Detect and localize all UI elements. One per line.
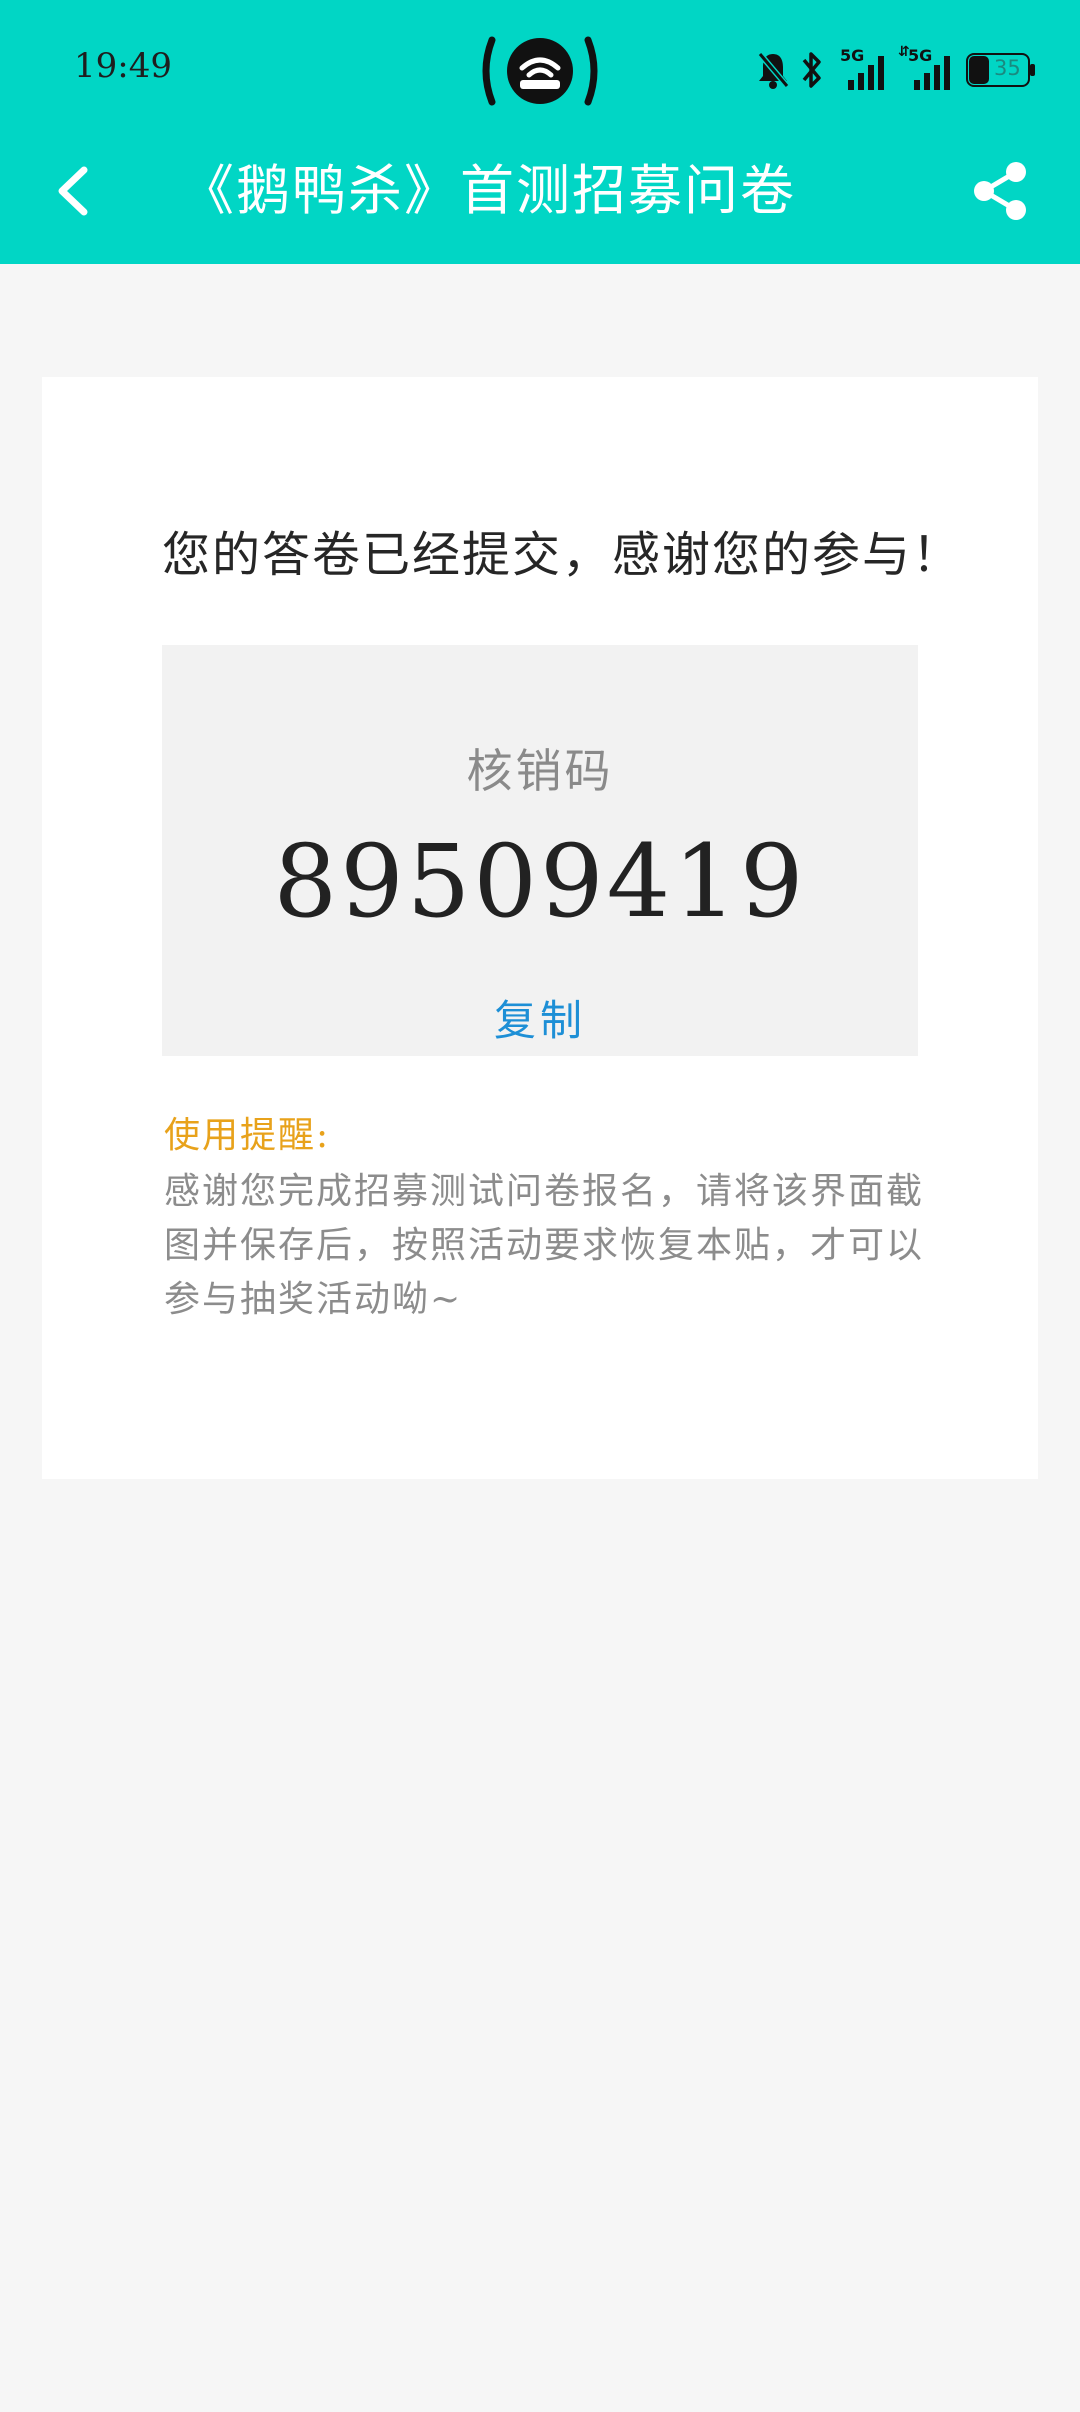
verification-code-value: 89509419 (273, 823, 807, 940)
app-header: 19:49 5G ⇵ 5G 35 《鹅鸭杀》首测招募问卷 (0, 0, 1080, 264)
chevron-left-icon (58, 166, 88, 216)
back-button[interactable] (46, 158, 102, 224)
usage-tips-title: 使用提醒: (164, 1115, 331, 1156)
bluetooth-icon (802, 52, 821, 88)
signal-5g-icon: 5G (840, 46, 886, 92)
verification-code-label: 核销码 (466, 744, 614, 798)
result-card: 您的答卷已经提交，感谢您的参与！ 核销码 89509419 复制 使用提醒: 感… (42, 377, 1038, 1479)
signal-5g-data-icon: ⇵ 5G (898, 44, 954, 92)
usage-tips-body: 感谢您完成招募测试问卷报名，请将该界面截图并保存后，按照活动要求恢复本贴，才可以… (164, 1171, 925, 1320)
page-title: 《鹅鸭杀》首测招募问卷 (180, 159, 796, 222)
share-icon (974, 162, 1026, 220)
copy-button[interactable]: 复制 (440, 995, 640, 1047)
hotspot-icon (482, 36, 598, 106)
status-time: 19:49 (74, 46, 172, 86)
bell-muted-icon (757, 52, 790, 89)
share-button[interactable] (970, 158, 1032, 224)
battery-level-text: 35 (994, 56, 1021, 80)
